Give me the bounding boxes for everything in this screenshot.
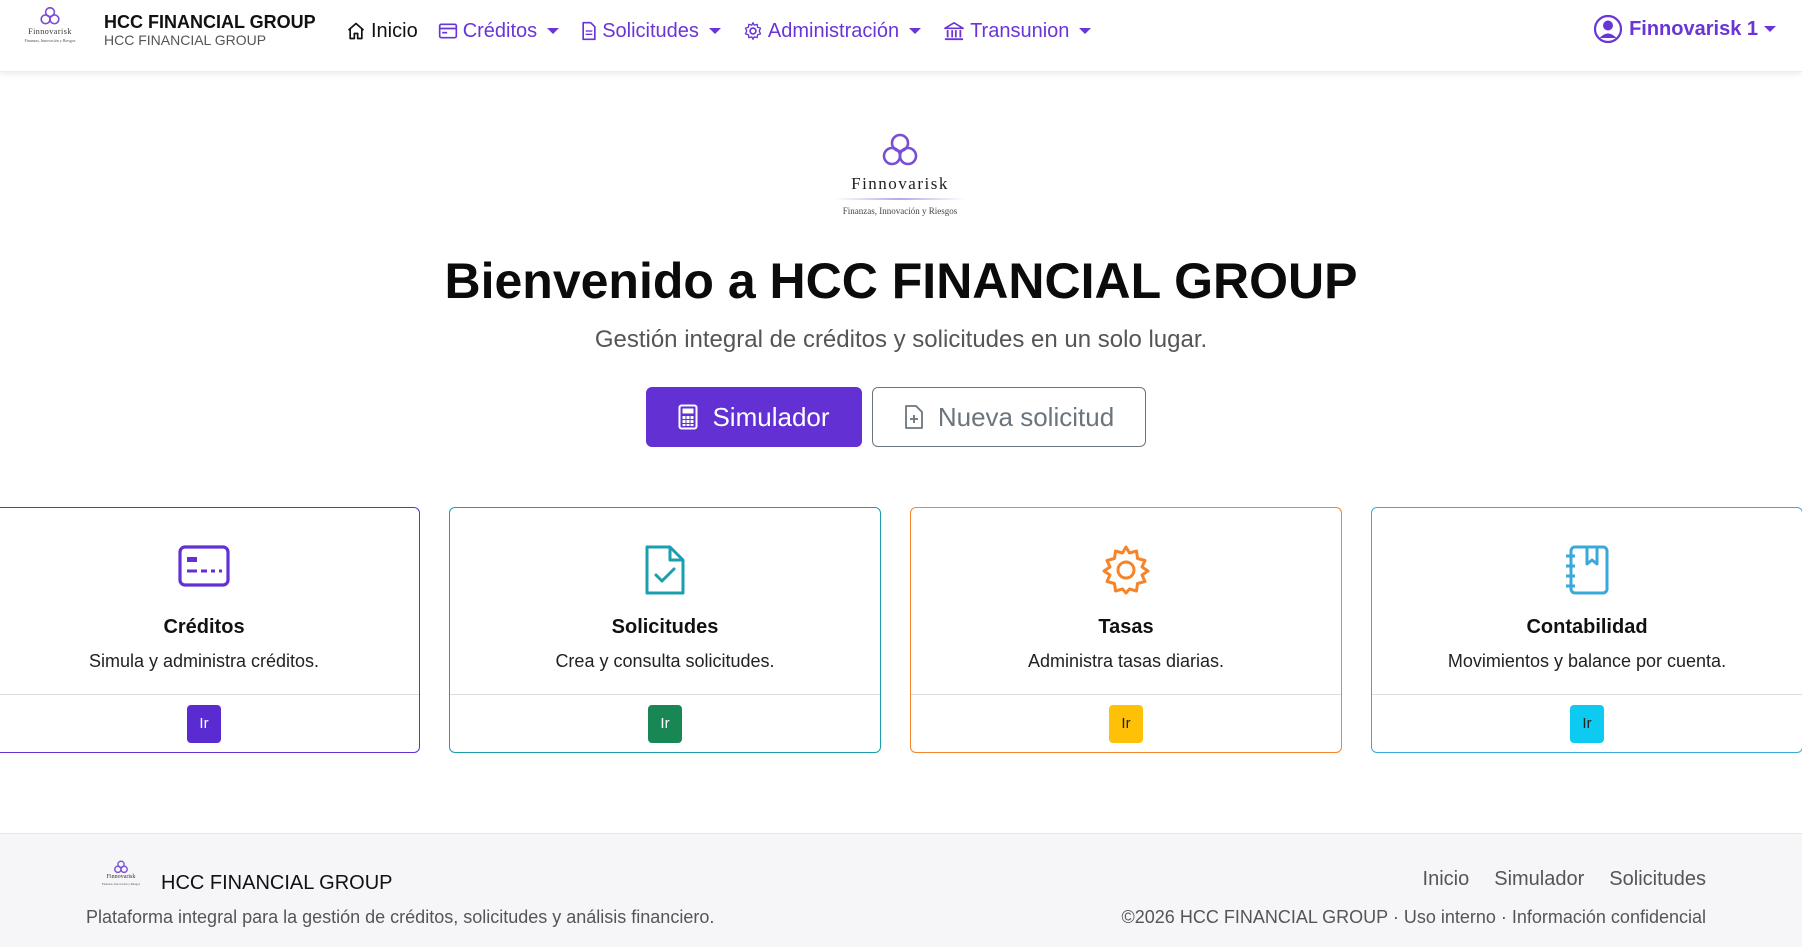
credit-card-icon: [178, 545, 230, 587]
nav-item-solicitudes[interactable]: Solicitudes: [581, 20, 721, 43]
hero-title: Bienvenido a HCC FINANCIAL GROUP: [444, 253, 1358, 309]
logo-knot-icon: [882, 133, 918, 166]
logo-knot-icon: [40, 6, 60, 25]
brand-logo[interactable]: Finnovarisk Finanzas, Innovación y Riesg…: [18, 6, 82, 54]
user-name: Finnovarisk 1: [1629, 17, 1758, 40]
nav-label-solicitudes: Solicitudes: [602, 19, 699, 42]
card-go-button[interactable]: Ir: [1570, 704, 1604, 743]
card-contabilidad: Contabilidad Movimientos y balance por c…: [1371, 507, 1802, 753]
footer-description: Plataforma integral para la gestión de c…: [86, 907, 715, 927]
site-footer: Finnovarisk Finanzas, Innovación y Riesg…: [0, 833, 1802, 947]
logo-knot-icon: [114, 860, 128, 874]
footer-logo-tagline: Finanzas, Innovación y Riesgos: [101, 882, 141, 886]
card-description: Administra tasas diarias.: [1027, 651, 1225, 671]
user-menu[interactable]: Finnovarisk 1: [1593, 14, 1776, 44]
nav-label-administracion: Administración: [767, 19, 900, 42]
calculator-icon: [678, 404, 698, 430]
brand-text[interactable]: HCC FINANCIAL GROUP HCC FINANCIAL GROUP: [104, 12, 316, 48]
card-title: Contabilidad: [1526, 616, 1648, 638]
card-go-button[interactable]: Ir: [1109, 704, 1143, 743]
nav-item-transunion[interactable]: Transunion: [943, 19, 1092, 43]
bank-icon: [944, 22, 964, 41]
card-title: Solicitudes: [611, 616, 719, 638]
card-creditos: Créditos Simula y administra créditos. I…: [0, 507, 420, 753]
footer-link-inicio[interactable]: Inicio: [1423, 868, 1470, 891]
nueva-solicitud-button[interactable]: Nueva solicitud: [872, 387, 1146, 447]
user-circle-icon: [1593, 14, 1623, 44]
chevron-down-icon: [1079, 28, 1092, 34]
nav-label-transunion: Transunion: [970, 19, 1070, 42]
card-go-button[interactable]: Ir: [648, 704, 682, 743]
hero-logo-word: Finnovarisk: [851, 174, 949, 193]
file-plus-icon: [904, 405, 923, 429]
footer-links: Inicio Simulador Solicitudes: [1398, 868, 1706, 891]
footer-brand: HCC FINANCIAL GROUP: [161, 872, 393, 894]
hero-logo-tagline: Finanzas, Innovación y Riesgos: [842, 206, 958, 216]
logo-word: Finnovarisk: [28, 27, 72, 36]
nav-label-creditos: Créditos: [462, 19, 538, 42]
card-description: Simula y administra créditos.: [88, 651, 320, 671]
house-icon: [347, 22, 365, 40]
document-icon: [582, 21, 596, 41]
gear-icon: [1102, 545, 1150, 595]
nav-item-administracion[interactable]: Administración: [743, 19, 922, 43]
nav-item-creditos[interactable]: Créditos: [438, 19, 560, 43]
card-title: Tasas: [1098, 616, 1154, 638]
card-description: Crea y consulta solicitudes.: [555, 651, 775, 671]
footer-copyright: ©2026 HCC FINANCIAL GROUP · Uso interno …: [1121, 907, 1706, 927]
chevron-down-icon: [909, 28, 922, 34]
nav-label-inicio: Inicio: [371, 19, 418, 42]
footer-link-simulador[interactable]: Simulador: [1494, 868, 1584, 891]
hero-logo-divider: [835, 198, 965, 200]
footer-link-solicitudes[interactable]: Solicitudes: [1609, 868, 1706, 891]
footer-logo: Finnovarisk Finanzas, Innovación y Riesg…: [96, 860, 146, 896]
card-tasas: Tasas Administra tasas diarias. Ir: [910, 507, 1342, 753]
nav-item-inicio[interactable]: Inicio: [346, 20, 418, 43]
chevron-down-icon: [547, 28, 560, 34]
gear-icon: [744, 22, 762, 40]
nueva-solicitud-label: Nueva solicitud: [937, 401, 1115, 432]
card-solicitudes: Solicitudes Crea y consulta solicitudes.…: [449, 507, 881, 753]
top-navbar: Finnovarisk Finanzas, Innovación y Riesg…: [0, 0, 1802, 72]
simulador-button[interactable]: Simulador: [646, 387, 862, 447]
hero-subtitle: Gestión integral de créditos y solicitud…: [594, 326, 1208, 353]
footer-logo-word: Finnovarisk: [106, 874, 136, 880]
card-title: Créditos: [163, 616, 245, 638]
brand-subtitle: HCC FINANCIAL GROUP: [104, 32, 267, 48]
card-description: Movimientos y balance por cuenta.: [1447, 651, 1727, 671]
logo-tagline: Finanzas, Innovación y Riesgos: [24, 38, 76, 43]
document-check-icon: [645, 545, 685, 595]
hero-logo: Finnovarisk Finanzas, Innovación y Riesg…: [828, 132, 972, 228]
simulador-button-label: Simulador: [712, 401, 830, 432]
credit-card-icon: [438, 23, 457, 39]
chevron-down-icon: [1764, 26, 1776, 32]
brand-title: HCC FINANCIAL GROUP: [104, 12, 316, 32]
card-go-button[interactable]: Ir: [187, 704, 221, 743]
ledger-book-icon: [1566, 545, 1609, 595]
chevron-down-icon: [708, 28, 721, 34]
main-nav: Inicio Créditos Solicitudes Administraci…: [346, 16, 1113, 46]
